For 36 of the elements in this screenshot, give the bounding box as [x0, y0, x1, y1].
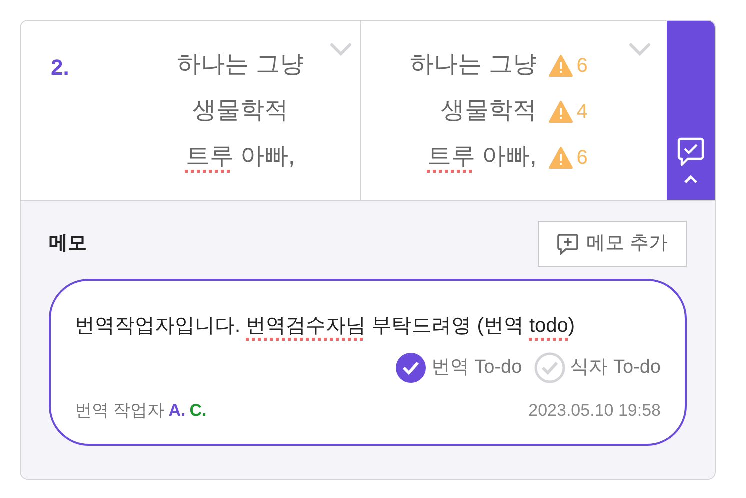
chevron-down-icon[interactable]: [330, 43, 352, 57]
text-run: 부탁드려영 (번역: [370, 314, 525, 339]
warning-icon: [548, 101, 573, 123]
segment-number: 2.: [51, 54, 70, 82]
chevron-down-icon[interactable]: [629, 43, 651, 57]
author-label: 번역 작업자: [75, 400, 165, 422]
text-run: 아빠,: [481, 143, 537, 172]
warning-count: 4: [576, 100, 588, 125]
text-run: 하나는 그냥: [177, 51, 304, 80]
text-run: 생물학적: [192, 97, 288, 126]
todo-checkbox[interactable]: 식자 To-do: [534, 352, 661, 384]
comment-check-icon: [677, 137, 705, 167]
text-run: 번역작업자입니다.: [75, 314, 242, 339]
warning-icon: [548, 147, 573, 169]
todo-checkbox[interactable]: 번역 To-do: [395, 352, 522, 384]
author-initial: C.: [190, 400, 207, 422]
flagged-word: todo: [529, 314, 568, 339]
memo-toggle-button[interactable]: [667, 21, 715, 200]
flagged-word: 트루: [186, 143, 234, 172]
add-memo-button[interactable]: 메모 추가: [538, 221, 687, 267]
warning-count: 6: [576, 146, 588, 171]
warning-icon: [548, 55, 573, 77]
add-comment-icon: [556, 233, 579, 255]
text-run: 아빠,: [239, 143, 296, 172]
memo-title: 메모: [49, 232, 87, 256]
text-run: 하나는 그냥: [410, 51, 537, 80]
flagged-word: 트루: [427, 143, 476, 172]
memo-timestamp: 2023.05.10 19:58: [528, 400, 661, 422]
flagged-word: 번역검수자님: [246, 314, 366, 339]
check-circle-icon: [395, 352, 428, 384]
author-initial: A.: [168, 400, 186, 422]
check-circle-icon: [534, 352, 566, 384]
caret-up-icon: [684, 175, 698, 184]
warning-count: 6: [576, 54, 588, 79]
text-run: 생물학적: [440, 97, 537, 126]
text-run: ): [568, 314, 576, 339]
